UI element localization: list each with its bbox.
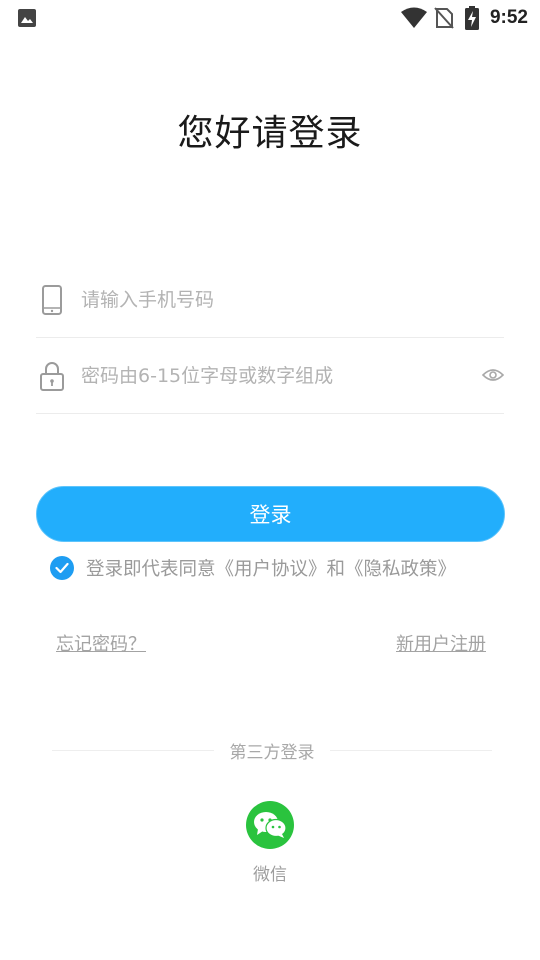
status-time: 9:52 xyxy=(489,7,528,28)
check-icon xyxy=(55,562,69,574)
forgot-password-link[interactable]: 忘记密码？ xyxy=(56,630,146,656)
password-input[interactable] xyxy=(81,358,461,394)
wechat-icon xyxy=(254,812,287,838)
third-party-divider: 第三方登录 xyxy=(52,738,492,764)
wifi-icon xyxy=(400,7,428,29)
register-link[interactable]: 新用户注册 xyxy=(396,630,486,656)
agreement-checkbox[interactable] xyxy=(50,556,74,580)
phone-icon xyxy=(38,284,66,316)
image-icon xyxy=(17,8,37,32)
eye-icon[interactable] xyxy=(482,362,504,388)
login-button[interactable]: 登录 xyxy=(36,486,505,542)
password-field xyxy=(36,338,504,414)
wechat-login-button[interactable] xyxy=(246,801,294,849)
agreement-row: 登录即代表同意《用户协议》和《隐私政策》 xyxy=(50,554,456,582)
phone-input[interactable] xyxy=(81,282,461,318)
wechat-label: 微信 xyxy=(253,865,287,885)
lock-icon xyxy=(38,360,66,392)
no-sim-icon xyxy=(434,6,454,30)
phone-field xyxy=(36,262,504,338)
page-title: 您好请登录 xyxy=(177,113,363,154)
divider-line-right xyxy=(330,750,492,751)
battery-charging-icon xyxy=(464,6,480,30)
status-bar: 9:52 xyxy=(0,0,540,36)
agreement-text[interactable]: 登录即代表同意《用户协议》和《隐私政策》 xyxy=(86,555,456,581)
